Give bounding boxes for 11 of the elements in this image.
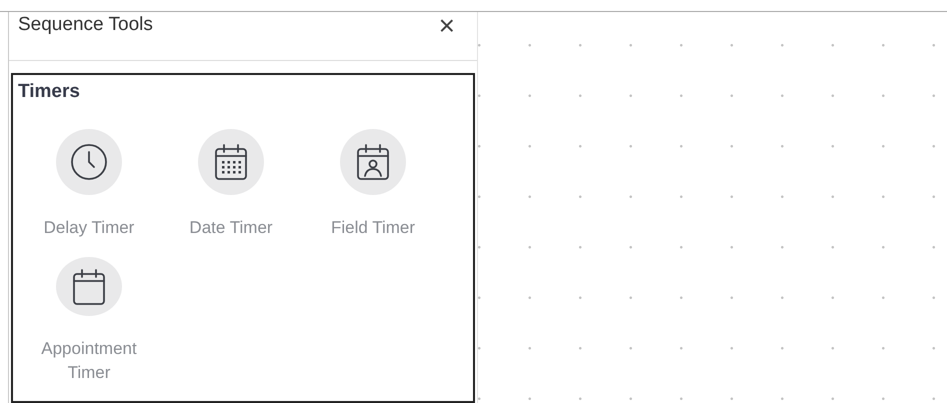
clock-icon bbox=[70, 143, 108, 181]
calendar-icon bbox=[214, 143, 248, 181]
calendar-icon bbox=[72, 268, 106, 306]
timer-tool[interactable]: Delay Timer bbox=[18, 129, 160, 257]
calendar-person-icon bbox=[356, 143, 390, 181]
panel-title: Sequence Tools bbox=[18, 14, 153, 36]
section-title: Timers bbox=[18, 81, 81, 103]
close-button[interactable]: × bbox=[438, 14, 455, 38]
timer-tool[interactable]: Date Timer bbox=[160, 129, 302, 257]
timer-tool[interactable]: Appointment Timer bbox=[18, 257, 160, 385]
timer-tool[interactable]: Field Timer bbox=[302, 129, 444, 257]
